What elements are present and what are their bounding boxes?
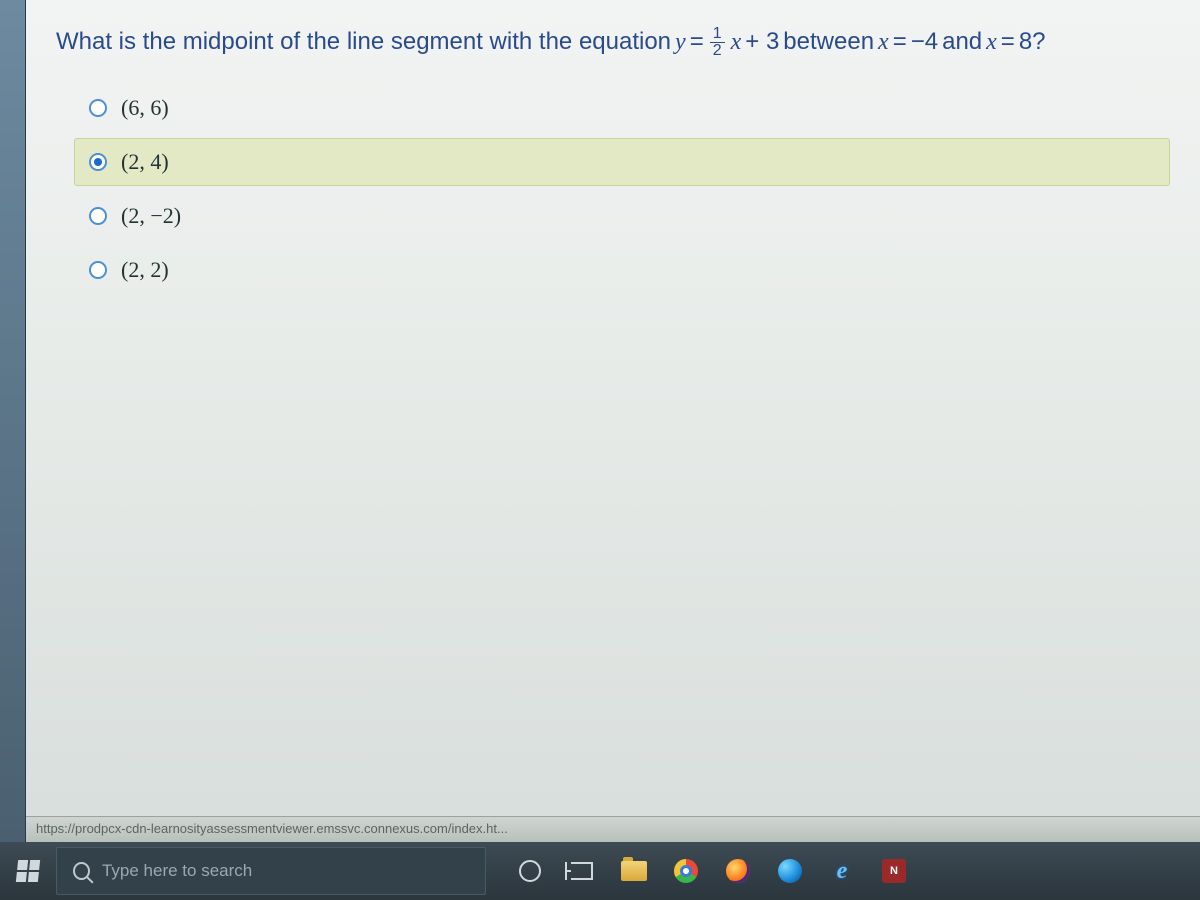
x2-value: 8? [1019, 24, 1046, 60]
cortana-button[interactable] [506, 847, 554, 895]
option-c[interactable]: (2, −2) [74, 192, 1170, 240]
taskbar-search[interactable] [56, 847, 486, 895]
radio-icon [89, 99, 107, 117]
eq-tail: + 3 [745, 24, 779, 60]
windows-logo-icon [16, 860, 40, 882]
option-a-label: (6, 6) [121, 95, 169, 121]
var-x-1: x [731, 24, 742, 60]
task-view-button[interactable] [558, 847, 606, 895]
edge-button[interactable] [766, 847, 814, 895]
frac-numerator: 1 [710, 26, 725, 43]
file-explorer-button[interactable] [610, 847, 658, 895]
equals-3: = [1001, 24, 1015, 60]
browser-status-bar: https://prodpcx-cdn-learnosityassessment… [26, 816, 1200, 842]
radio-icon [89, 153, 107, 171]
edge-icon [778, 859, 802, 883]
folder-icon [621, 861, 647, 881]
fraction-one-half: 1 2 [710, 26, 725, 59]
search-input[interactable] [102, 861, 469, 881]
equals-1: = [690, 24, 704, 60]
chrome-icon [674, 859, 698, 883]
option-d[interactable]: (2, 2) [74, 246, 1170, 294]
window-left-strip [0, 0, 26, 842]
equals-2: = [893, 24, 907, 60]
status-url-text: https://prodpcx-cdn-learnosityassessment… [36, 821, 508, 836]
option-d-label: (2, 2) [121, 257, 169, 283]
firefox-button[interactable] [714, 847, 762, 895]
option-c-label: (2, −2) [121, 203, 181, 229]
question-text: What is the midpoint of the line segment… [56, 24, 1170, 60]
app-icon: N [882, 859, 906, 883]
frac-denominator: 2 [710, 43, 725, 59]
option-a[interactable]: (6, 6) [74, 84, 1170, 132]
radio-icon [89, 207, 107, 225]
var-x-3: x [986, 24, 997, 60]
start-button[interactable] [0, 842, 56, 900]
cortana-icon [519, 860, 541, 882]
x1-value: −4 [911, 24, 938, 60]
firefox-icon [726, 859, 750, 883]
app-button[interactable]: N [870, 847, 918, 895]
option-b[interactable]: (2, 4) [74, 138, 1170, 186]
between-word: between [783, 24, 874, 60]
task-view-icon [571, 862, 593, 880]
ie-button[interactable]: e [818, 847, 866, 895]
question-prefix: What is the midpoint of the line segment… [56, 24, 671, 60]
search-icon [73, 862, 90, 880]
var-y: y [675, 24, 686, 60]
answer-options: (6, 6) (2, 4) (2, −2) (2, 2) [74, 84, 1170, 294]
question-panel: What is the midpoint of the line segment… [26, 0, 1200, 842]
and-word: and [942, 24, 982, 60]
chrome-button[interactable] [662, 847, 710, 895]
windows-taskbar: e N [0, 842, 1200, 900]
option-b-label: (2, 4) [121, 149, 169, 175]
var-x-2: x [878, 24, 889, 60]
taskbar-icons: e N [506, 847, 918, 895]
ie-icon: e [837, 858, 848, 885]
radio-icon [89, 261, 107, 279]
